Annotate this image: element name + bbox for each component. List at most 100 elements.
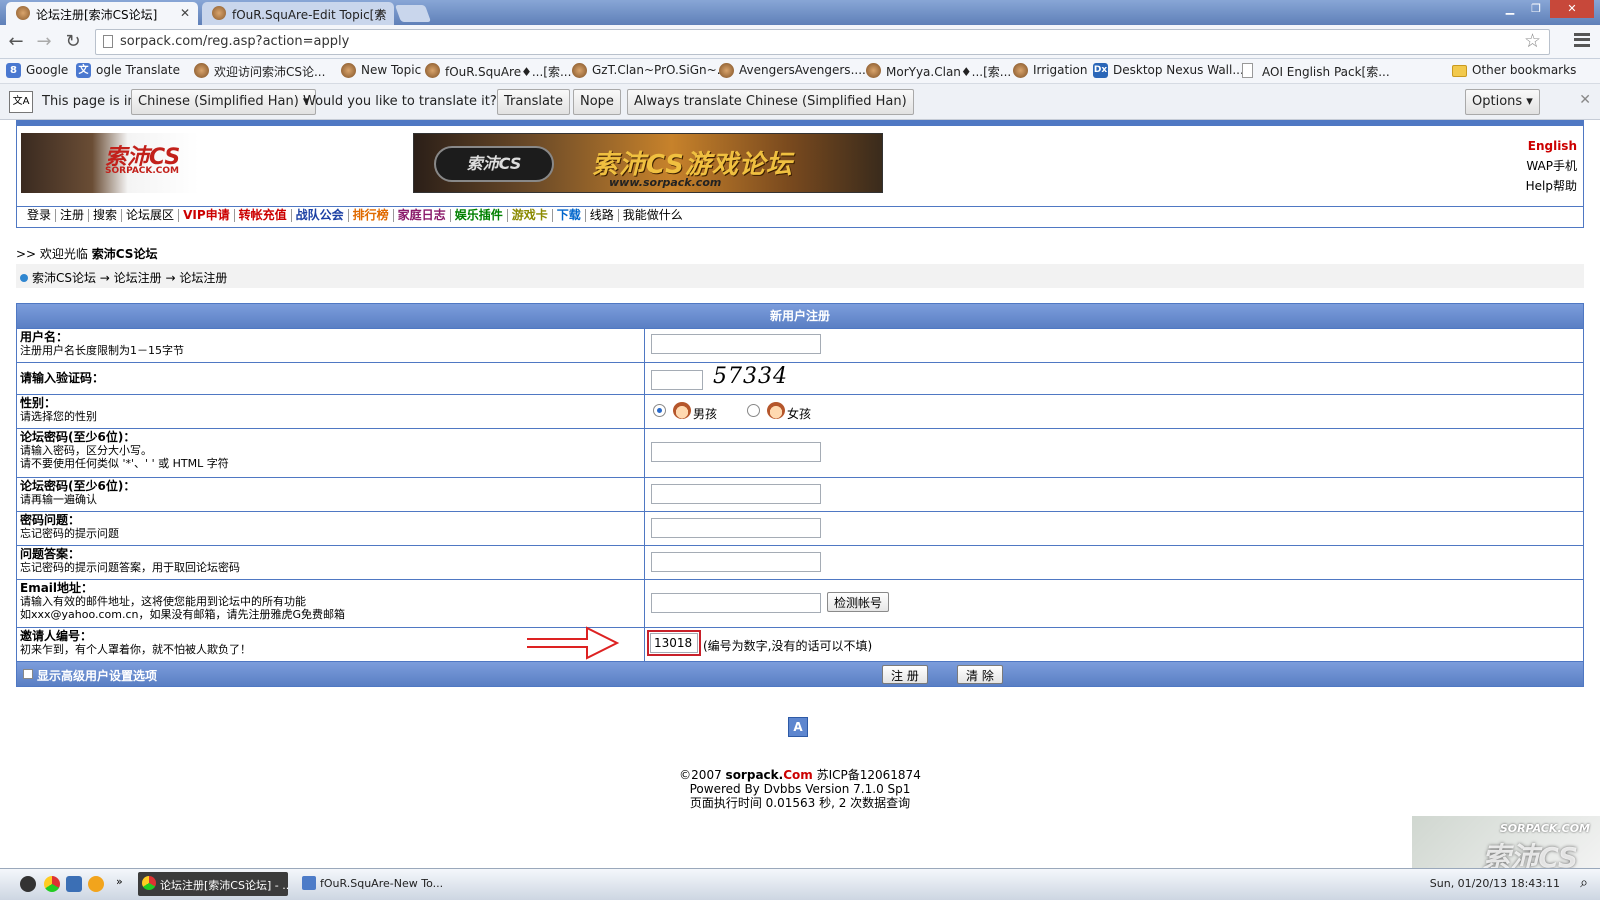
chrome-menu-icon[interactable] (1574, 33, 1590, 47)
nav-item-clans[interactable]: 战队公会 (292, 209, 349, 222)
language-select[interactable]: Chinese (Simplified Han) ▾ (131, 89, 317, 115)
infobar-close-icon[interactable]: ✕ (1579, 92, 1591, 108)
advanced-options-checkbox[interactable] (23, 669, 33, 679)
question-input[interactable] (651, 518, 821, 538)
form-actions-bar: 显示高级用户设置选项 注 册 清 除 (17, 661, 1583, 686)
address-bar[interactable]: sorpack.com/reg.asp?action=apply ☆ (95, 29, 1550, 55)
nope-button[interactable]: Nope (573, 89, 621, 115)
register-button[interactable]: 注 册 (882, 665, 928, 684)
site-logo[interactable]: 索沛CS SORPACK.COM (21, 133, 199, 193)
bookmark-moryya[interactable]: MorYya.Clan♦...[索... (866, 63, 1011, 80)
translate-button[interactable]: Translate (497, 89, 571, 115)
banner-badge: 索沛CS (434, 146, 554, 182)
tab-inactive[interactable]: fOuR.SquAre-Edit Topic[索 ✕ (202, 2, 394, 25)
invite-hint-right: (编号为数字,没有的话可以不填) (703, 639, 873, 653)
captcha-input[interactable] (651, 370, 703, 390)
nav-item-login[interactable]: 登录 (23, 209, 57, 222)
nav-item-vip[interactable]: VIP申请 (179, 209, 235, 222)
email-input[interactable] (651, 593, 821, 613)
bookmark-new-topic[interactable]: New Topic (341, 63, 421, 78)
nav-item-register[interactable]: 注册 (56, 209, 90, 222)
password-confirm-input[interactable] (651, 484, 821, 504)
new-tab-button[interactable] (394, 5, 432, 22)
bookmark-avengers[interactable]: AvengersAvengers...... (719, 63, 873, 78)
check-account-button[interactable]: 检测帐号 (827, 592, 890, 612)
bookmark-translate[interactable]: 文 ogle Translate (76, 63, 180, 78)
window-controls: ▁ ❐ ✕ (1498, 0, 1594, 18)
gender-female-radio[interactable] (747, 404, 760, 417)
browser-tabstrip: 论坛注册[索沛CS论坛] ✕ fOuR.SquAre-Edit Topic[索 … (0, 0, 1600, 25)
nav-item-plugins[interactable]: 娱乐插件 (451, 209, 508, 222)
clear-button[interactable]: 清 除 (957, 665, 1003, 684)
restore-icon[interactable]: ❐ (1524, 0, 1548, 18)
nav-item-ranking[interactable]: 排行榜 (349, 209, 394, 222)
back-to-top-icon[interactable]: A (788, 717, 808, 737)
site-banner[interactable]: 索沛CS 索沛CS游戏论坛 www.sorpack.com (413, 133, 883, 193)
qq-icon[interactable] (88, 876, 104, 892)
nav-item-recharge[interactable]: 转帐充值 (235, 209, 292, 222)
bookmark-desktop-nexus[interactable]: Dx Desktop Nexus Wall... (1093, 63, 1244, 78)
bookmarks-bar: 8 Google 文 ogle Translate 欢迎访问索沛CS论... New… (0, 59, 1600, 84)
nav-item-what-can-i-do[interactable]: 我能做什么 (619, 209, 687, 222)
answer-label: 问题答案： (20, 547, 81, 561)
search-icon[interactable]: ⌕ (1580, 875, 1588, 891)
tab-close-icon[interactable]: ✕ (376, 6, 386, 20)
bookmark-four-square[interactable]: fOuR.SquAre♦...[索... (425, 63, 571, 80)
username-input[interactable] (651, 334, 821, 354)
invite-hint-left: 初来乍到，有个人罩着你，就不怕被人欺负了！ (20, 643, 251, 656)
nav-item-diary[interactable]: 家庭日志 (394, 209, 451, 222)
breadcrumb-text[interactable]: 索沛CS论坛 → 论坛注册 → 论坛注册 (32, 271, 227, 285)
answer-input[interactable] (651, 552, 821, 572)
soldier-icon (572, 63, 587, 78)
taskbar-item-chrome[interactable]: 论坛注册[索沛CS论坛] - ... (138, 872, 288, 896)
more-chevron-icon[interactable]: » (116, 875, 123, 888)
minimize-icon[interactable]: ▁ (1498, 0, 1522, 18)
options-button[interactable]: Options ▾ (1465, 89, 1540, 115)
reload-icon[interactable]: ↻ (62, 31, 84, 53)
footer-icp[interactable]: 苏ICP备12061874 (817, 768, 921, 782)
site-footer: ©2007 sorpack.Com 苏ICP备12061874 Powered … (0, 768, 1600, 810)
nav-item-showcase[interactable]: 论坛展区 (122, 209, 180, 222)
email-label: Email地址： (20, 581, 94, 595)
bookmark-star-icon[interactable]: ☆ (1524, 30, 1541, 52)
nav-item-game-card[interactable]: 游戏卡 (508, 209, 553, 222)
bookmark-irrigation[interactable]: Irrigation (1013, 63, 1088, 78)
system-clock[interactable]: Sun, 01/20/13 18:43:11 (1430, 877, 1560, 890)
invite-input[interactable]: 13018 (650, 633, 698, 653)
desktop-icon[interactable] (66, 876, 82, 892)
wap-link[interactable]: WAP手机 (1526, 156, 1577, 176)
gender-male-radio[interactable] (653, 404, 666, 417)
footer-copyright-line: ©2007 sorpack.Com 苏ICP备12061874 (679, 768, 921, 782)
password-confirm-hint: 请再输一遍确认 (20, 493, 97, 506)
tab-title: fOuR.SquAre-Edit Topic[索 (232, 8, 387, 22)
forward-arrow-icon[interactable]: → (33, 31, 55, 53)
bookmark-aoi-english[interactable]: AOI English Pack[索... (1242, 63, 1390, 80)
logo-subtext: SORPACK.COM (105, 166, 180, 176)
page-icon (103, 35, 113, 48)
red-arrow-annotation (527, 626, 620, 660)
nav-item-search[interactable]: 搜索 (89, 209, 123, 222)
password-input[interactable] (651, 442, 821, 462)
bookmark-sorpack[interactable]: 欢迎访问索沛CS论... (194, 63, 325, 80)
footer-brand[interactable]: sorpack.Com (726, 768, 813, 782)
chrome-icon[interactable] (44, 876, 60, 892)
bookmark-gzt-clan[interactable]: GzT.Clan~PrO.SiGn~... (572, 63, 728, 78)
site-navbar: 登录 注册 搜索 论坛展区 VIP申请 转帐充值 战队公会 排行榜 家庭日志 娱乐插件 游戏卡 下载线… (16, 204, 1584, 228)
always-translate-button[interactable]: Always translate Chinese (Simplified Han… (627, 89, 914, 115)
bookmark-other[interactable]: Other bookmarks (1452, 63, 1576, 77)
email-hint-2: 如xxx@yahoo.com.cn，如果没有邮箱，请先注册雅虎G免费邮箱 (20, 608, 346, 621)
back-arrow-icon[interactable]: ← (5, 31, 27, 53)
taskbar-item-writer[interactable]: fOuR.SquAre-New To... (298, 872, 448, 896)
tab-close-icon[interactable]: ✕ (180, 6, 190, 20)
row-question: 密码问题： 忘记密码的提示问题 (17, 511, 1583, 545)
nav-item-routes[interactable]: 线路 (586, 209, 619, 222)
nav-item-download[interactable]: 下载 (553, 209, 586, 222)
row-password: 论坛密码(至少6位)： 请输入密码，区分大小写。 请不要使用任何类似 '*'、' '… (17, 428, 1583, 477)
apple-icon[interactable] (20, 876, 36, 892)
soldier-icon (1013, 63, 1028, 78)
help-link[interactable]: Help帮助 (1526, 176, 1577, 196)
tab-active[interactable]: 论坛注册[索沛CS论坛] ✕ (6, 2, 198, 25)
bookmark-google[interactable]: 8 Google (6, 63, 68, 78)
window-close-icon[interactable]: ✕ (1550, 0, 1594, 18)
english-link[interactable]: English (1526, 136, 1577, 156)
